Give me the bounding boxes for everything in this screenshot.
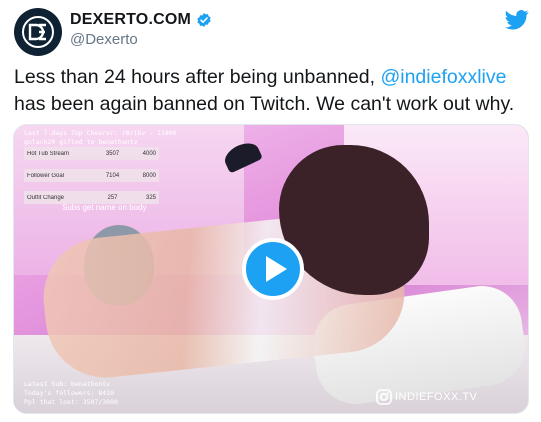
watermark: INDIEFOXX.TV xyxy=(376,389,477,405)
tweet-card: DEXERTO.COM @Dexerto Less than 24 hours … xyxy=(0,0,541,422)
followers-text: Today's followers: 8410 xyxy=(24,389,115,397)
twitter-bird-icon[interactable] xyxy=(505,10,529,35)
goal-progress: 7104 xyxy=(105,172,120,179)
goal-label: Hot Tub Stream xyxy=(27,150,70,157)
lost-text: Ppl that lost: 3507/3000 xyxy=(24,398,118,406)
latest-sub-text: Latest Sub: benathontv xyxy=(24,380,111,388)
watermark-text: INDIEFOXX.TV xyxy=(395,391,478,403)
subs-note: Subs get name on body xyxy=(62,203,147,212)
author-name-row[interactable]: DEXERTO.COM xyxy=(70,10,212,30)
top-cheerer-text: Last 7 days Top Cheerer: r8rikv - 11800 xyxy=(24,129,177,137)
tweet-text-before: Less than 24 hours after being unbanned, xyxy=(14,66,381,88)
video-thumbnail[interactable]: Last 7 days Top Cheerer: r8rikv - 11800 … xyxy=(13,124,529,414)
play-button[interactable] xyxy=(242,238,304,300)
stream-overlay-bottom: Latest Sub: benathontv Today's followers… xyxy=(24,380,118,407)
goal-target: 8000 xyxy=(142,172,156,179)
goal-label: Follower Goal xyxy=(27,172,65,179)
instagram-icon xyxy=(376,389,392,405)
play-icon xyxy=(265,256,287,282)
goal-label: Outfit Change xyxy=(27,194,65,201)
gift-text: golack20 gifted to benathontv xyxy=(24,138,138,146)
goal-row: Hot Tub Stream 3507 4000 xyxy=(24,147,159,160)
verified-badge-icon xyxy=(196,12,212,28)
stream-overlay-top: Last 7 days Top Cheerer: r8rikv - 11800 … xyxy=(24,129,177,147)
goal-target: 4000 xyxy=(142,150,156,157)
author-handle[interactable]: @Dexerto xyxy=(70,31,138,48)
tweet-text: Less than 24 hours after being unbanned,… xyxy=(14,64,529,118)
goal-target: 325 xyxy=(145,194,156,201)
goal-progress: 3507 xyxy=(105,150,120,157)
goal-progress: 257 xyxy=(107,194,118,201)
dexerto-logo-icon xyxy=(22,16,54,48)
author-display-name[interactable]: DEXERTO.COM xyxy=(70,11,191,29)
tweet-text-after: has been again banned on Twitch. We can'… xyxy=(14,93,515,115)
mention-link[interactable]: @indiefoxxlive xyxy=(380,66,506,88)
avatar[interactable] xyxy=(14,8,62,56)
goal-row: Follower Goal 7104 8000 xyxy=(24,169,159,182)
